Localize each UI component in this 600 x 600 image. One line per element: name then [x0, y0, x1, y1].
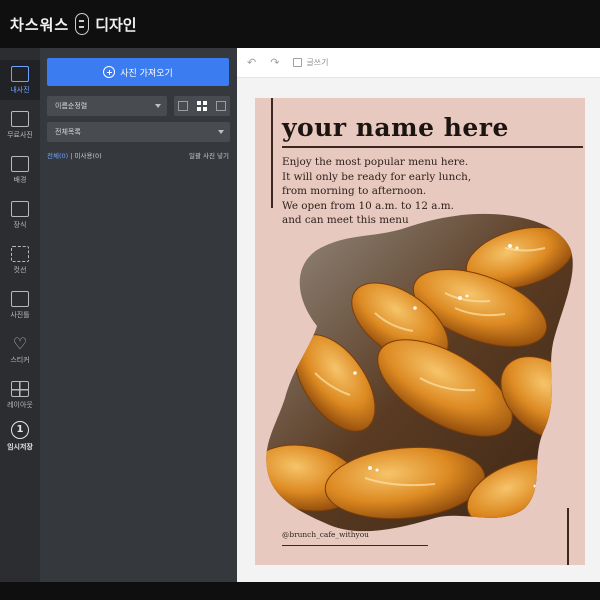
brand-name: 차스워스: [10, 15, 70, 34]
rail-item-layout[interactable]: 레이아웃: [0, 375, 40, 415]
rail-item-temp-save[interactable]: 1 임시저장: [0, 416, 40, 456]
text-box-icon: [293, 58, 303, 67]
layout-icon: [11, 380, 29, 397]
rail-item-label: 임시저장: [7, 442, 33, 451]
rail-item-label: 무료사진: [7, 130, 33, 139]
rail-item-cutline[interactable]: 컷선: [0, 240, 40, 280]
canvas-workspace: ↶ ↷ 글쓰기 your name here Enjoy the most po…: [237, 48, 600, 582]
text-tool-label: 글쓰기: [306, 58, 329, 67]
rail-item-free-photos[interactable]: 무료사진: [0, 105, 40, 145]
scissors-icon: [11, 245, 29, 262]
sort-select-value: 이름순정렬: [55, 102, 88, 110]
rail-item-label: 레이아웃: [7, 400, 33, 409]
frame-icon: [11, 290, 29, 307]
sort-select[interactable]: 이름순정렬: [47, 96, 167, 116]
text-tool-button[interactable]: 글쓰기: [293, 57, 329, 68]
camera-icon: [11, 65, 29, 82]
import-photo-button[interactable]: 사진 가져오기: [47, 58, 229, 86]
background-icon: [11, 155, 29, 172]
rail-item-sticker[interactable]: ♡ 스티커: [0, 330, 40, 370]
heart-sticker-icon: ♡: [12, 333, 28, 353]
decoration-icon: [11, 200, 29, 217]
app-window: 차스워스 디자인 내사진 무료사진 배경 장식 컷선 사진틀 ♡ 스티커 레이아…: [0, 0, 600, 600]
folder-select-value: 전체목록: [55, 128, 81, 136]
poster-handle[interactable]: @brunch_cafe_withyou: [282, 530, 369, 539]
rail-item-my-photos[interactable]: 내사진: [0, 60, 40, 100]
rail-item-label: 장식: [13, 220, 27, 229]
grid-view-icon[interactable]: [196, 101, 207, 111]
brand-logo-icon: [75, 13, 90, 35]
detail-view-icon[interactable]: [215, 101, 226, 111]
rail-item-label: 배경: [13, 175, 27, 184]
rail-item-label: 스티커: [10, 355, 30, 364]
rail-item-frame[interactable]: 사진틀: [0, 285, 40, 325]
rail-item-label: 사진틀: [10, 310, 30, 319]
filter-unused-link[interactable]: | 미사용(0): [70, 152, 101, 160]
filter-links-left: 전체(0) | 미사용(0): [47, 150, 102, 160]
filter-all-link[interactable]: 전체(0): [47, 152, 68, 160]
chevron-down-icon: [218, 130, 224, 134]
batch-insert-link[interactable]: 일괄 사진 넣기: [189, 150, 229, 160]
brand-sub: 디자인: [95, 15, 137, 34]
undo-icon[interactable]: ↶: [247, 56, 256, 69]
image-library-icon: [11, 110, 29, 127]
rail-item-label: 컷선: [13, 265, 27, 274]
import-photo-label: 사진 가져오기: [120, 68, 173, 79]
canvas-toolbar: ↶ ↷ 글쓰기: [237, 48, 600, 78]
right-decor-line: [567, 508, 569, 565]
rail-item-background[interactable]: 배경: [0, 150, 40, 190]
chevron-down-icon: [155, 104, 161, 108]
left-rail: 내사진 무료사진 배경 장식 컷선 사진틀 ♡ 스티커 레이아웃 1 임시저장: [0, 48, 40, 582]
redo-icon[interactable]: ↷: [270, 56, 279, 69]
bread-photo-blob[interactable]: [255, 98, 585, 565]
photo-panel: 사진 가져오기 이름순정렬 전체목록 전체(0) | 미사용(0) 일괄 사진 …: [40, 48, 237, 582]
folder-select[interactable]: 전체목록: [47, 122, 230, 142]
plus-circle-icon: [103, 66, 116, 78]
rail-item-label: 내사진: [10, 85, 30, 94]
filter-links: 전체(0) | 미사용(0) 일괄 사진 넣기: [47, 150, 229, 160]
list-view-icon[interactable]: [178, 101, 189, 111]
title-bar: 차스워스 디자인: [0, 0, 600, 48]
poster-canvas[interactable]: your name here Enjoy the most popular me…: [255, 98, 585, 565]
handle-underline: [282, 545, 428, 546]
view-toggle: [174, 96, 230, 116]
save-number-icon: 1: [11, 420, 29, 439]
rail-item-decoration[interactable]: 장식: [0, 195, 40, 235]
bottom-bar: [0, 582, 600, 600]
